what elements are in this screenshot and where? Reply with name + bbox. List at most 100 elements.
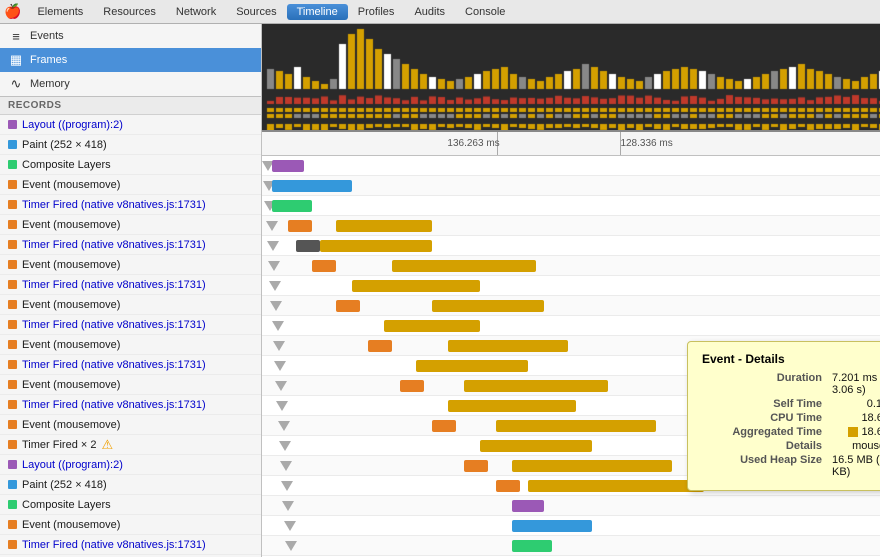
records-header: RECORDS (0, 97, 261, 115)
record-color-dot (8, 440, 17, 449)
record-color-dot (8, 260, 17, 269)
record-item[interactable]: Composite Layers (0, 495, 261, 515)
record-item[interactable]: Event (mousemove) (0, 255, 261, 275)
record-item[interactable]: Event (mousemove) (0, 375, 261, 395)
timeline-ruler: 136.263 ms 128.336 ms (262, 132, 880, 156)
record-item[interactable]: Timer Fired (native v8natives.js:1731) (0, 315, 261, 335)
record-item[interactable]: Composite Layers (0, 155, 261, 175)
tooltip-row-value: 0.127 ms (867, 398, 880, 410)
record-label: Event (mousemove) (22, 219, 120, 231)
record-item[interactable]: Timer Fired (native v8natives.js:1731) (0, 195, 261, 215)
record-item[interactable]: Event (mousemove) (0, 295, 261, 315)
menu-audits[interactable]: Audits (404, 4, 455, 20)
timeline-bar (448, 340, 568, 352)
menu-resources[interactable]: Resources (93, 4, 166, 20)
events-icon: ≡ (8, 29, 24, 44)
timeline-bar (320, 240, 432, 252)
record-color-dot (8, 540, 17, 549)
aggregated-time-color (848, 427, 858, 437)
timeline-bar (296, 240, 320, 252)
tooltip-row-label: CPU Time (702, 412, 822, 424)
record-item[interactable]: Layout ((program):2) (0, 455, 261, 475)
timeline-row (262, 496, 880, 516)
records-list: Layout ((program):2)Paint (252 × 418)Com… (0, 115, 261, 555)
timeline-bar (432, 300, 544, 312)
record-item[interactable]: Timer Fired (native v8natives.js:1731) (0, 355, 261, 375)
left-panel: ≡ Events ▦ Frames ∿ Memory RECORDS Layou… (0, 24, 262, 557)
timeline-bar (512, 520, 592, 532)
header-canvas (262, 24, 880, 132)
tooltip-row-label: Self Time (702, 398, 822, 410)
timeline-bar (272, 180, 352, 192)
record-item[interactable]: Event (mousemove) (0, 335, 261, 355)
record-item[interactable]: Event (mousemove) (0, 515, 261, 535)
timeline-bar (512, 460, 672, 472)
record-color-dot (8, 120, 17, 129)
timeline-row (262, 176, 880, 196)
record-item[interactable]: Timer Fired (native v8natives.js:1731) (0, 535, 261, 555)
record-label: Composite Layers (22, 159, 111, 171)
menu-profiles[interactable]: Profiles (348, 4, 405, 20)
timeline-content[interactable]: Event - Details Duration7.201 ms (at 3.0… (262, 156, 880, 557)
record-color-dot (8, 400, 17, 409)
timeline-triangle (279, 441, 291, 451)
timeline-row (262, 196, 880, 216)
timeline-row (262, 536, 880, 556)
record-label: Event (mousemove) (22, 259, 120, 271)
record-item[interactable]: Event (mousemove) (0, 215, 261, 235)
record-item[interactable]: Event (mousemove) (0, 415, 261, 435)
record-item[interactable]: Paint (252 × 418) (0, 475, 261, 495)
record-item[interactable]: Paint (252 × 418) (0, 135, 261, 155)
view-memory[interactable]: ∿ Memory (0, 72, 261, 96)
timeline-bar (464, 460, 488, 472)
record-color-dot (8, 460, 17, 469)
timeline-bar (312, 260, 336, 272)
menu-console[interactable]: Console (455, 4, 515, 20)
record-label: Timer Fired (native v8natives.js:1731) (22, 359, 206, 371)
timeline-bar (528, 480, 704, 492)
menu-network[interactable]: Network (166, 4, 226, 20)
timeline-row (262, 516, 880, 536)
view-events-label: Events (30, 30, 64, 42)
record-item[interactable]: Timer Fired (native v8natives.js:1731) (0, 235, 261, 255)
record-label: Timer Fired (native v8natives.js:1731) (22, 199, 206, 211)
tooltip-row-value: 18.611 ms (861, 412, 880, 424)
view-events[interactable]: ≡ Events (0, 24, 261, 48)
record-color-dot (8, 280, 17, 289)
menu-sources[interactable]: Sources (226, 4, 286, 20)
tooltip-row-value: 18.611 ms (848, 426, 880, 438)
record-label: Timer Fired (native v8natives.js:1731) (22, 239, 206, 251)
timeline-bar (496, 420, 656, 432)
timeline-bar (480, 440, 592, 452)
record-color-dot (8, 240, 17, 249)
tooltip-row: Detailsmousemove (702, 440, 880, 452)
frames-icon: ▦ (8, 52, 24, 68)
menu-elements[interactable]: Elements (27, 4, 93, 20)
menu-timeline[interactable]: Timeline (287, 4, 348, 20)
record-item[interactable]: Timer Fired (native v8natives.js:1731) (0, 275, 261, 295)
timeline-triangle (268, 261, 280, 271)
timeline-bar (368, 340, 392, 352)
timeline-bar (288, 220, 312, 232)
content-area: ≡ Events ▦ Frames ∿ Memory RECORDS Layou… (0, 24, 880, 557)
timeline-bar (432, 420, 456, 432)
timeline-triangle (276, 401, 288, 411)
tooltip-row-value: 7.201 ms (at 3.06 s) (832, 372, 880, 396)
view-selector: ≡ Events ▦ Frames ∿ Memory (0, 24, 261, 97)
record-color-dot (8, 420, 17, 429)
timeline-bar (272, 200, 312, 212)
record-item[interactable]: Timer Fired × 2⚠ (0, 435, 261, 455)
timeline-row (262, 236, 880, 256)
record-color-dot (8, 500, 17, 509)
timeline-row (262, 296, 880, 316)
view-frames[interactable]: ▦ Frames (0, 48, 261, 72)
timeline-triangle (270, 301, 282, 311)
timeline-triangle (266, 221, 278, 231)
timeline-bar (400, 380, 424, 392)
record-item[interactable]: Event (mousemove) (0, 175, 261, 195)
record-label: Composite Layers (22, 499, 111, 511)
record-item[interactable]: Layout ((program):2) (0, 115, 261, 135)
record-item[interactable]: Timer Fired (native v8natives.js:1731) (0, 395, 261, 415)
record-color-dot (8, 180, 17, 189)
record-label: Layout ((program):2) (22, 119, 123, 131)
